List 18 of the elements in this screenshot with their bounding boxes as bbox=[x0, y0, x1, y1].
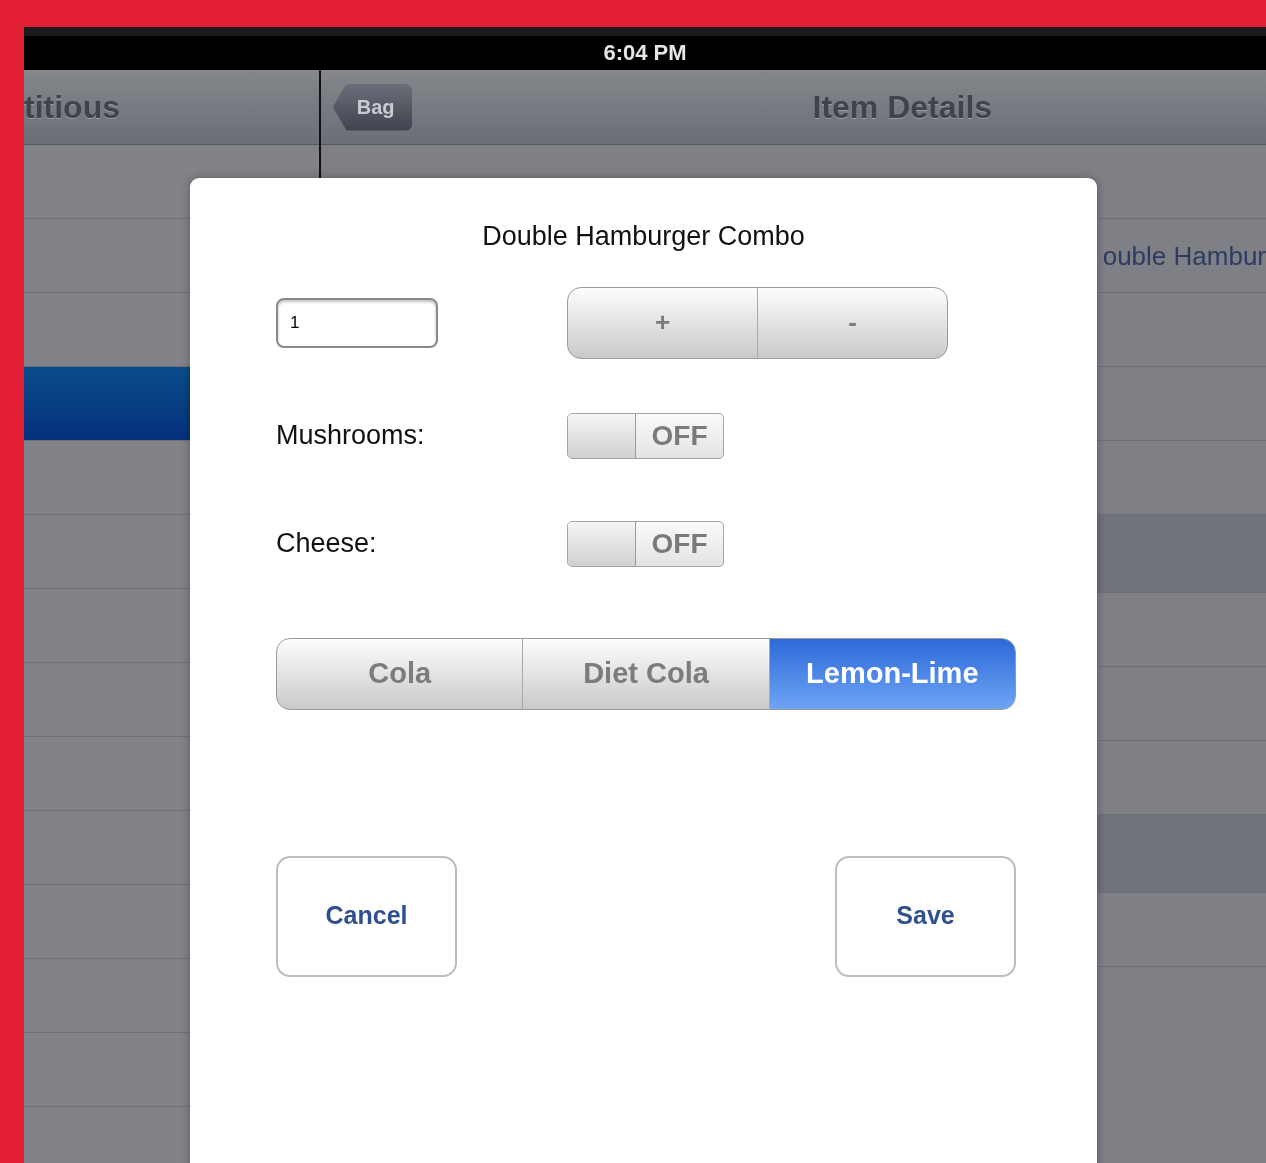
action-button[interactable]: Cancel bbox=[276, 855, 457, 977]
stepper-button[interactable]: + bbox=[568, 287, 757, 358]
nav-title: Item Details bbox=[812, 88, 993, 127]
option-label: Mushrooms: bbox=[276, 419, 426, 453]
toggle-switch[interactable]: OFF bbox=[567, 520, 724, 567]
status-time: 6:04 PM bbox=[603, 40, 687, 65]
action-button[interactable]: Save bbox=[835, 855, 1016, 977]
stepper-button[interactable]: - bbox=[757, 287, 947, 358]
option-label: Cheese: bbox=[276, 527, 378, 561]
nav-title: titious bbox=[24, 88, 120, 127]
segment-tab[interactable]: Lemon-Lime bbox=[768, 638, 1015, 709]
segment-tab[interactable]: Diet Cola bbox=[522, 638, 769, 709]
segment-tab[interactable]: Cola bbox=[277, 638, 523, 709]
back-button[interactable]: Bag bbox=[332, 83, 413, 131]
quantity-field[interactable]: 1 bbox=[276, 297, 438, 348]
dialog-title: Double Hamburger Combo bbox=[481, 220, 806, 253]
row-label: ouble Hambur bbox=[1102, 241, 1266, 271]
toggle-switch[interactable]: OFF bbox=[567, 412, 724, 459]
